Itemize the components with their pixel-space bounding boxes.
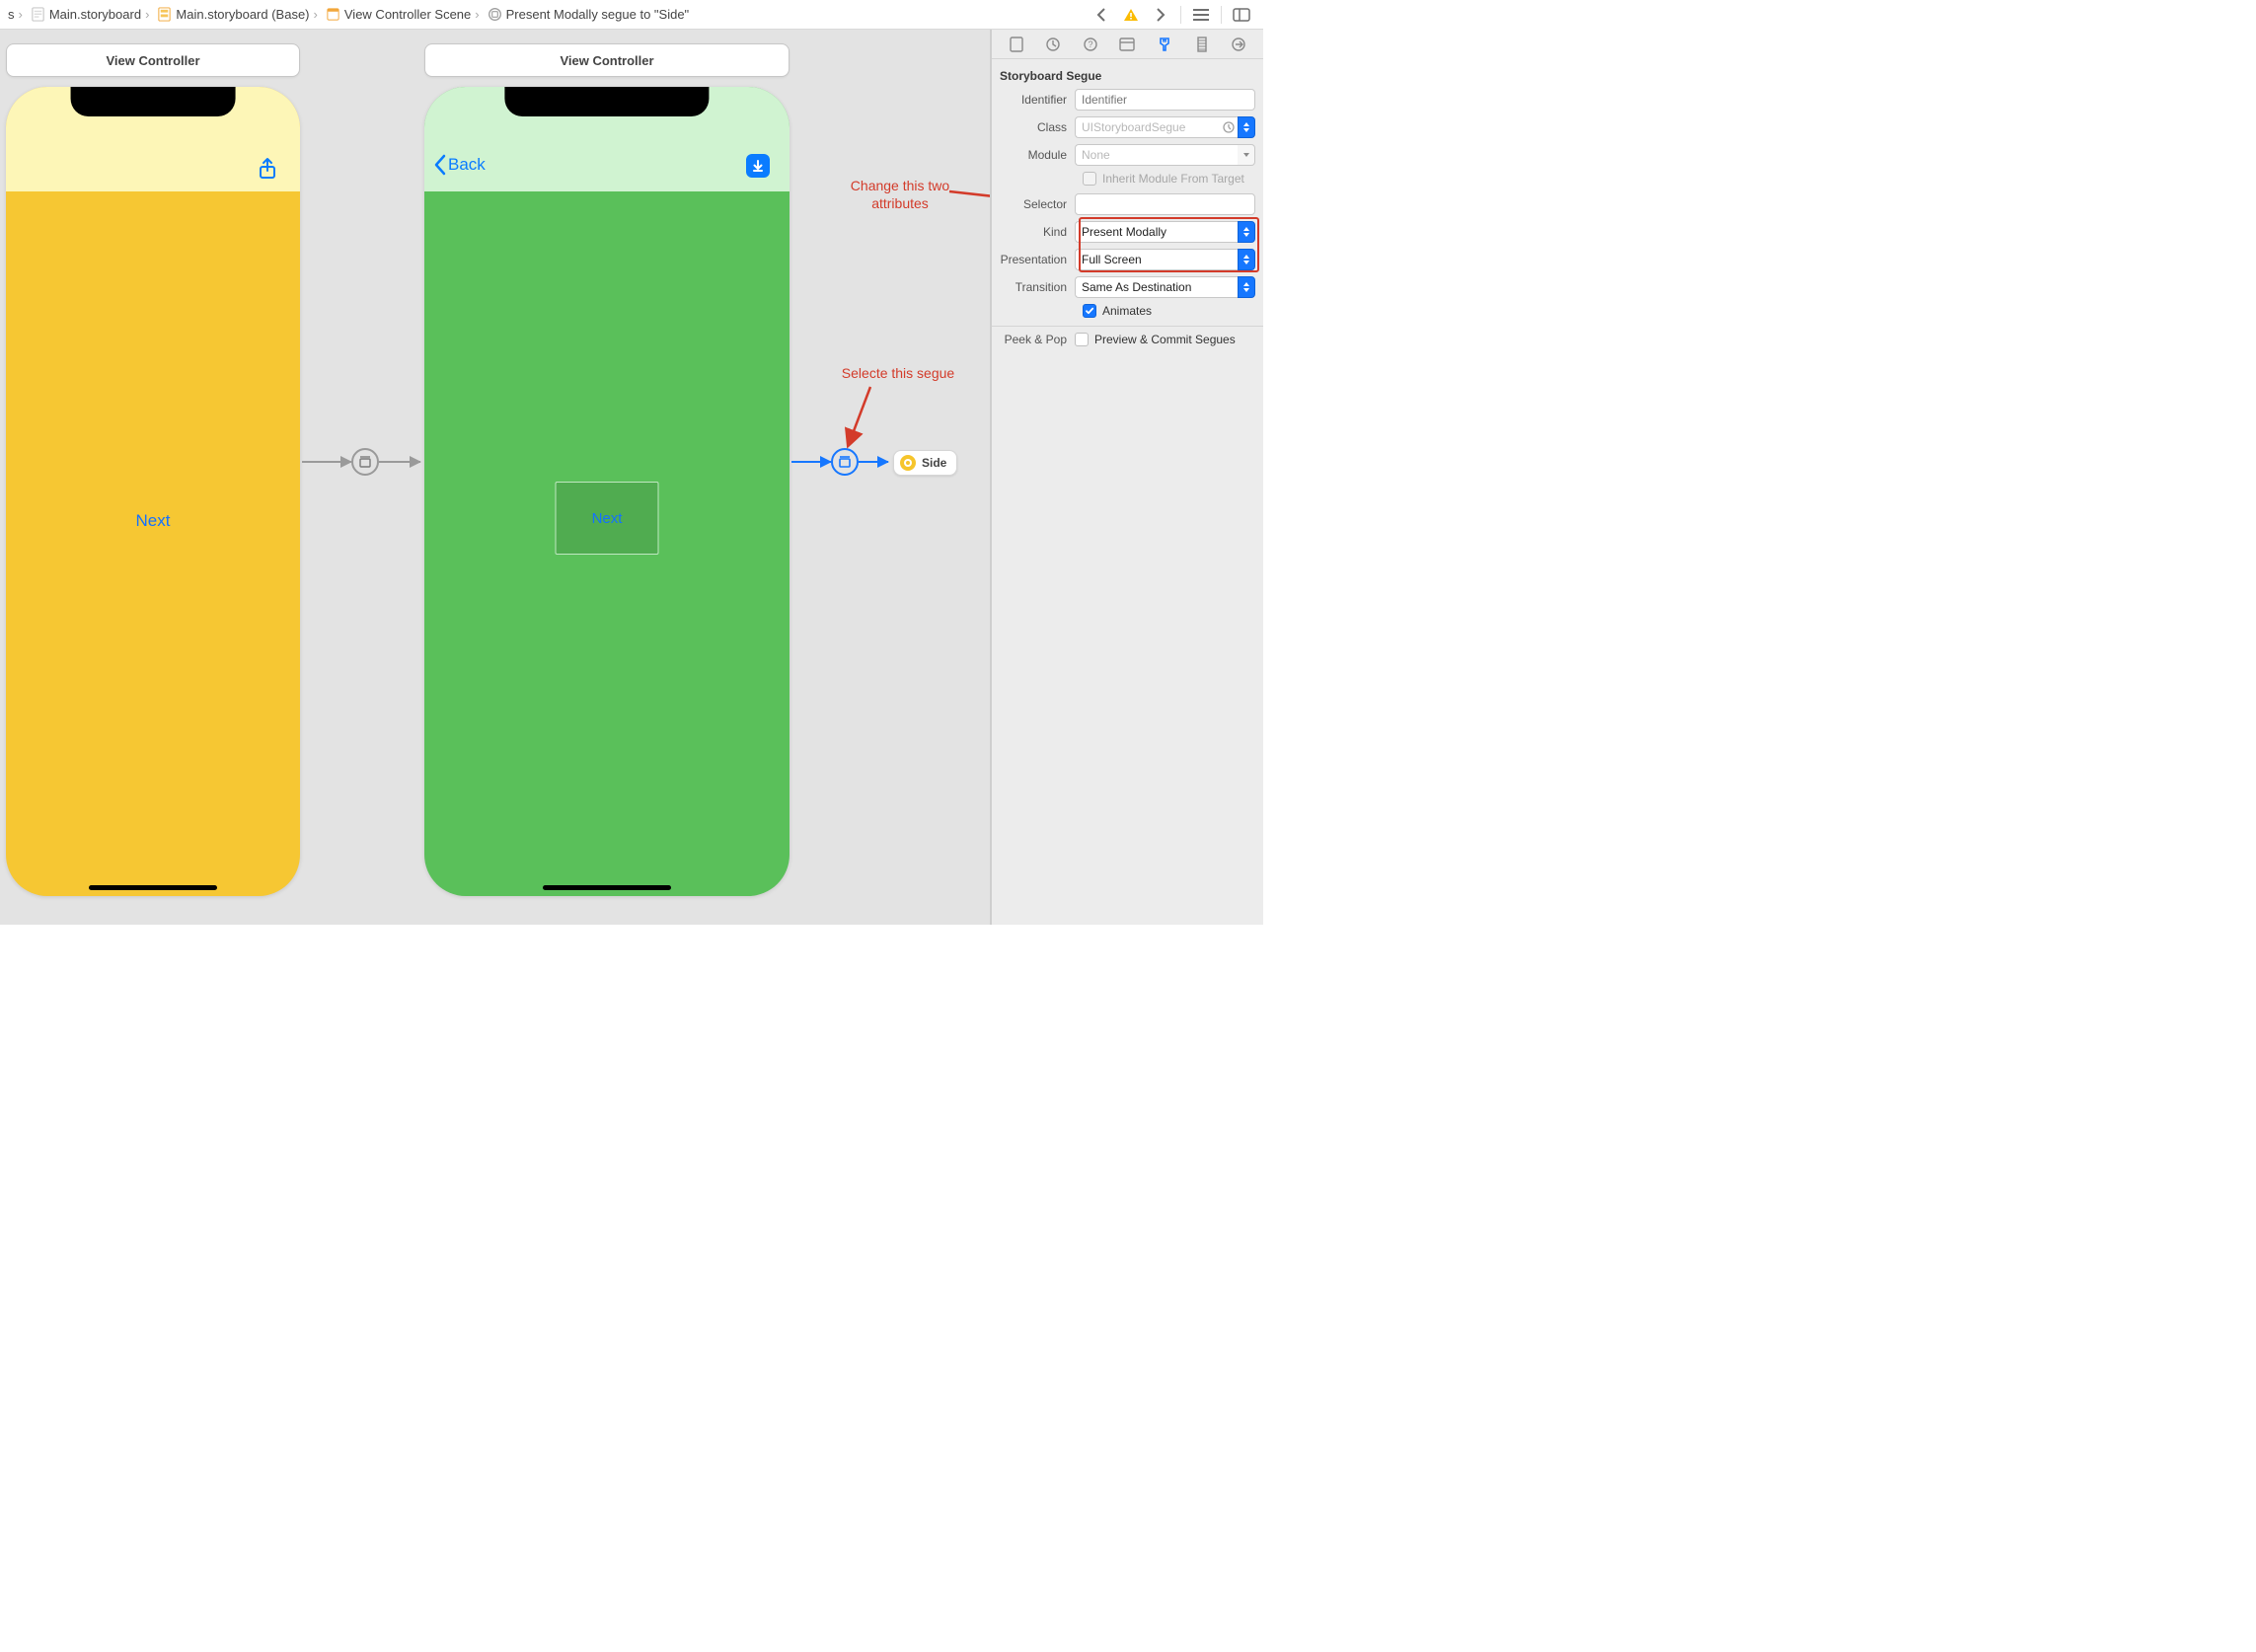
breadcrumb-item-segue[interactable]: Present Modally segue to "Side" xyxy=(486,7,692,22)
segue-icon xyxy=(488,7,502,22)
dropdown-toggle[interactable] xyxy=(1238,276,1255,298)
segue-arrow xyxy=(379,461,420,463)
field-label: Kind xyxy=(1000,225,1075,239)
module-select[interactable]: None xyxy=(1075,144,1238,166)
divider xyxy=(1221,6,1222,24)
phone-scene-1[interactable]: Next xyxy=(6,87,300,896)
warning-icon[interactable] xyxy=(1121,5,1141,25)
back-button-label: Back xyxy=(448,155,486,175)
annotation-text: Selecte this segue xyxy=(819,365,977,383)
field-label: Identifier xyxy=(1000,93,1075,107)
field-label: Class xyxy=(1000,120,1075,134)
dropdown-toggle[interactable] xyxy=(1238,249,1255,270)
size-inspector-tab[interactable] xyxy=(1191,34,1213,55)
class-select[interactable]: UIStoryboardSegue xyxy=(1075,116,1220,138)
next-button[interactable]: Next xyxy=(136,511,171,531)
scene-title-label: View Controller xyxy=(560,53,653,68)
storyboard-orange-icon xyxy=(157,7,172,22)
segue-arrow xyxy=(302,461,351,463)
phone-scene-2[interactable]: Back Next xyxy=(424,87,790,896)
breadcrumb-item-base[interactable]: Main.storyboard (Base) › xyxy=(155,7,323,22)
breadcrumb-item-file[interactable]: Main.storyboard › xyxy=(29,7,156,22)
chevron-left-icon xyxy=(432,154,448,176)
segue-node[interactable] xyxy=(351,448,379,476)
inspector-panel: ? Storyboard Segue Identifier Class xyxy=(991,30,1263,925)
svg-text:?: ? xyxy=(1088,39,1092,49)
annotation-arrow xyxy=(843,383,882,465)
storyboard-file-icon xyxy=(31,7,45,22)
history-inspector-tab[interactable] xyxy=(1042,34,1064,55)
top-toolbar xyxy=(1091,5,1257,25)
scene-chip-label: Side xyxy=(922,456,946,470)
breadcrumb-item-truncated[interactable]: s › xyxy=(6,7,29,22)
segue-arrow-selected xyxy=(791,461,831,463)
transition-select[interactable]: Same As Destination xyxy=(1075,276,1238,298)
scene-title[interactable]: View Controller xyxy=(6,43,300,77)
field-label: Peek & Pop xyxy=(1000,333,1075,346)
adjust-editor-button[interactable] xyxy=(1232,5,1251,25)
file-inspector-tab[interactable] xyxy=(1006,34,1027,55)
present-modally-icon xyxy=(358,455,372,469)
checkbox-label: Animates xyxy=(1102,304,1152,318)
animates-checkbox[interactable] xyxy=(1083,304,1096,318)
scene-title-label: View Controller xyxy=(106,53,199,68)
share-icon[interactable] xyxy=(255,156,280,182)
next-button-label: Next xyxy=(136,511,171,530)
identity-inspector-tab[interactable] xyxy=(1116,34,1138,55)
breadcrumb-bar: s › Main.storyboard › Main.storyboard (B… xyxy=(0,0,1263,30)
back-button[interactable]: Back xyxy=(432,154,486,176)
field-label: Presentation xyxy=(1000,253,1075,266)
annotation-arrow xyxy=(947,186,991,218)
divider xyxy=(992,326,1263,327)
dropdown-toggle[interactable] xyxy=(1238,116,1255,138)
breadcrumb-label: Main.storyboard (Base) xyxy=(176,7,309,22)
view-controller-icon xyxy=(900,455,916,471)
breadcrumb-item-scene[interactable]: View Controller Scene › xyxy=(324,7,486,22)
nav-forward-button[interactable] xyxy=(1151,5,1170,25)
checkbox-label: Preview & Commit Segues xyxy=(1094,333,1236,346)
scene-title[interactable]: View Controller xyxy=(424,43,790,77)
nav-back-button[interactable] xyxy=(1091,5,1111,25)
inspector-section-header: Storyboard Segue xyxy=(1000,69,1255,83)
field-label: Selector xyxy=(1000,197,1075,211)
outline-toggle-button[interactable] xyxy=(1191,5,1211,25)
connections-inspector-tab[interactable] xyxy=(1228,34,1249,55)
chevron-right-icon: › xyxy=(141,7,153,22)
class-clear-icon[interactable] xyxy=(1220,116,1238,138)
notch xyxy=(71,87,236,116)
checkbox-label: Inherit Module From Target xyxy=(1102,172,1244,186)
presentation-select[interactable]: Full Screen xyxy=(1075,249,1238,270)
chevron-right-icon: › xyxy=(310,7,322,22)
attributes-inspector-tab[interactable] xyxy=(1154,34,1175,55)
help-inspector-tab[interactable]: ? xyxy=(1080,34,1101,55)
scene-chip-side[interactable]: Side xyxy=(893,450,957,476)
dropdown-toggle[interactable] xyxy=(1238,221,1255,243)
chevron-right-icon: › xyxy=(471,7,483,22)
dropdown-toggle[interactable] xyxy=(1238,144,1255,166)
container-label: Next xyxy=(592,510,623,527)
breadcrumb-label: View Controller Scene xyxy=(344,7,471,22)
divider xyxy=(1180,6,1181,24)
inspector-tab-bar: ? xyxy=(992,30,1263,59)
selector-field[interactable] xyxy=(1075,193,1255,215)
peek-pop-checkbox[interactable] xyxy=(1075,333,1089,346)
scene-icon xyxy=(326,7,340,22)
field-label: Module xyxy=(1000,148,1075,162)
identifier-field[interactable] xyxy=(1075,89,1255,111)
storyboard-canvas[interactable]: View Controller View Controller Next xyxy=(0,30,991,925)
breadcrumb-label: Present Modally segue to "Side" xyxy=(506,7,690,22)
breadcrumb-label: Main.storyboard xyxy=(49,7,141,22)
home-indicator xyxy=(89,885,217,890)
download-icon[interactable] xyxy=(746,154,770,178)
home-indicator xyxy=(543,885,671,890)
inherit-module-checkbox xyxy=(1083,172,1096,186)
container-view[interactable]: Next xyxy=(556,482,659,555)
kind-select[interactable]: Present Modally xyxy=(1075,221,1238,243)
field-label: Transition xyxy=(1000,280,1075,294)
chevron-right-icon: › xyxy=(15,7,27,22)
notch xyxy=(504,87,709,116)
